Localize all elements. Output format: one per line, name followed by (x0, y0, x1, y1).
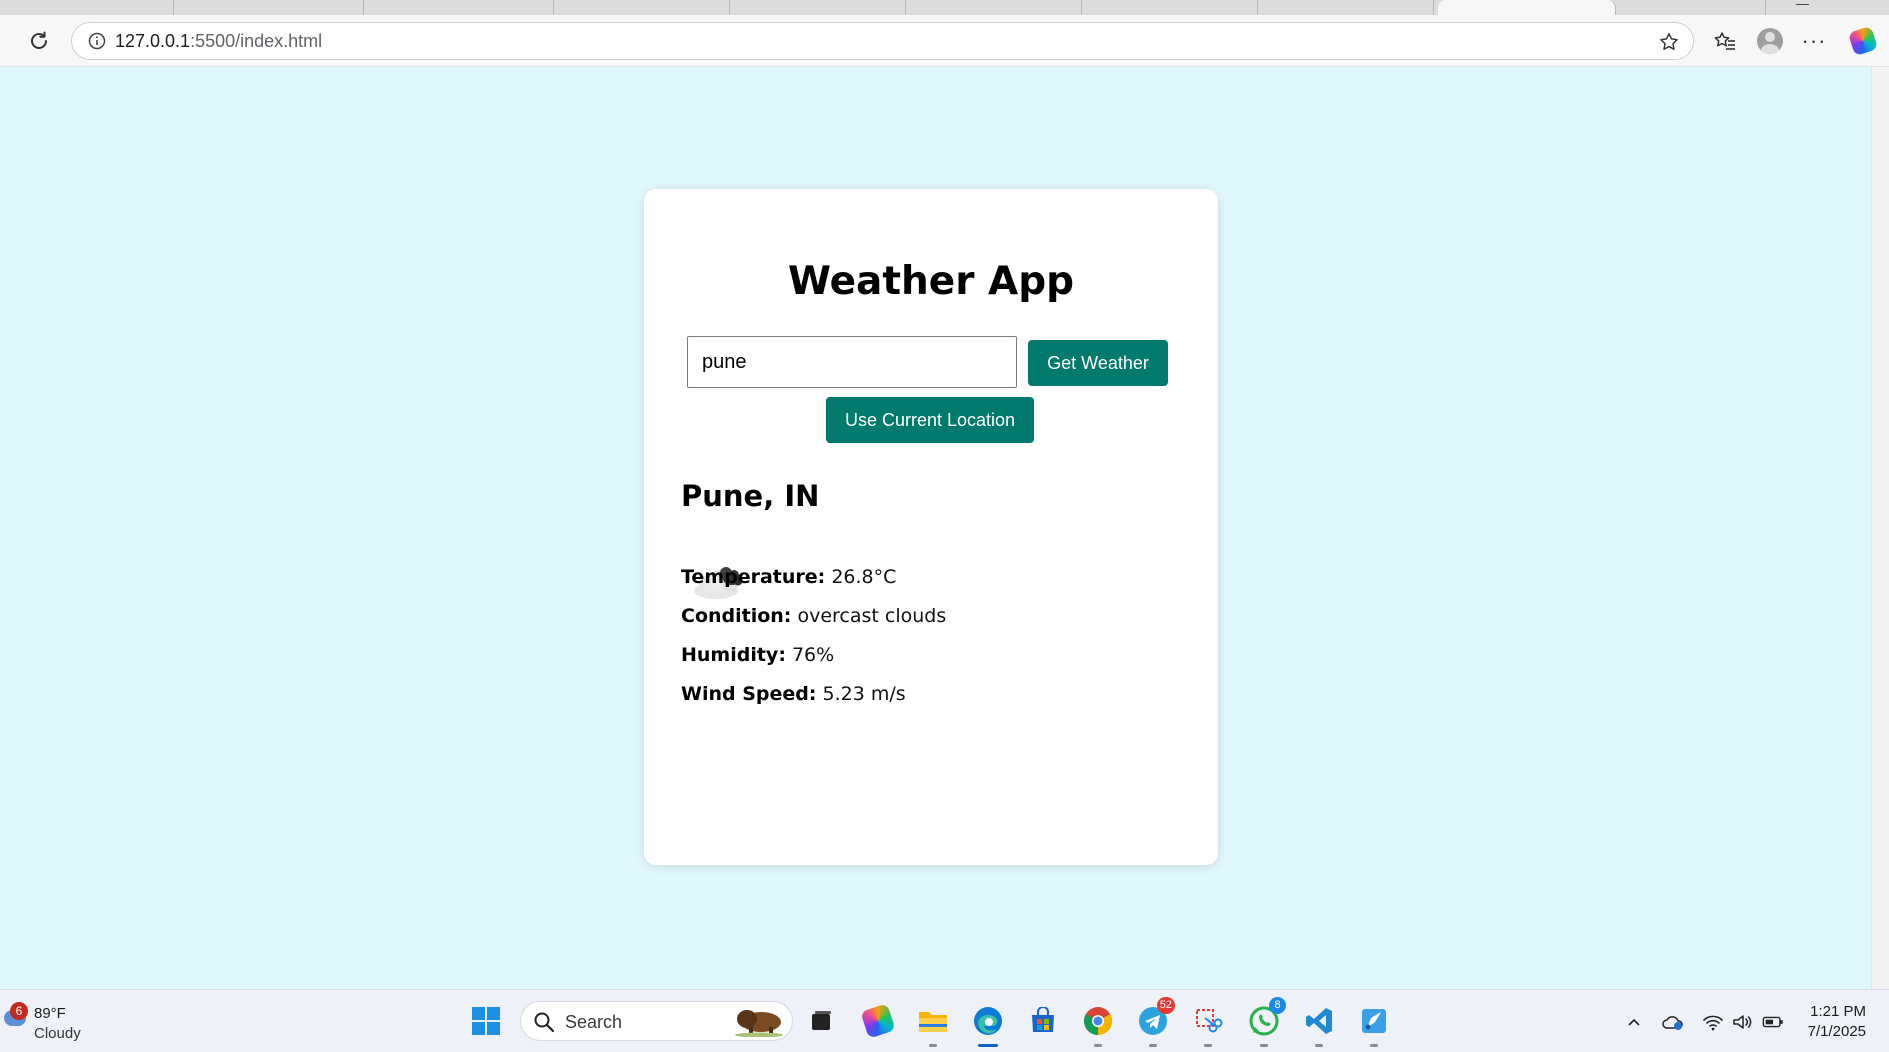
edge-browser-icon[interactable] (970, 1003, 1006, 1047)
tab-strip: — (0, 0, 1889, 15)
browser-tab[interactable] (1084, 0, 1258, 15)
city-input[interactable] (687, 336, 1017, 388)
url-text[interactable]: 127.0.0.1:5500/index.html (115, 31, 322, 52)
humidity-row: Humidity: 76% (681, 644, 834, 666)
telegram-icon[interactable]: 52 (1135, 997, 1175, 1047)
address-bar[interactable]: 127.0.0.1:5500/index.html (71, 22, 1694, 60)
weather-card: Weather App Get Weather Use Current Loca… (644, 189, 1218, 865)
whatsapp-badge: 8 (1269, 997, 1286, 1014)
running-indicator (1204, 1044, 1212, 1047)
condition-row: Condition: overcast clouds (681, 605, 946, 627)
get-weather-button[interactable]: Get Weather (1028, 340, 1168, 386)
temperature-value: 26.8°C (831, 566, 897, 588)
running-indicator (1260, 1044, 1268, 1047)
onedrive-icon[interactable] (1662, 1011, 1684, 1033)
running-indicator (1315, 1044, 1323, 1047)
clock-date: 7/1/2025 (1807, 1023, 1866, 1040)
file-explorer-icon[interactable] (915, 1003, 951, 1047)
taskbar: 6 89°F Cloudy Search 52 8 1:21 PM 7/1/20… (0, 989, 1889, 1052)
active-indicator (978, 1044, 998, 1047)
copilot-taskbar-icon[interactable] (860, 1003, 896, 1039)
vscode-icon[interactable] (1301, 1003, 1337, 1047)
windows-logo-icon (472, 1007, 500, 1035)
browser-tab[interactable] (1260, 0, 1434, 15)
temperature-row: Temperature: 26.8°C (681, 566, 896, 588)
use-current-location-button[interactable]: Use Current Location (826, 397, 1034, 443)
browser-tab[interactable] (0, 0, 174, 15)
telegram-badge: 52 (1156, 997, 1175, 1014)
location-name: Pune, IN (681, 479, 820, 513)
condition-label: Condition: (681, 605, 792, 627)
condition-value: overcast clouds (797, 605, 947, 627)
browser-tab[interactable] (556, 0, 730, 15)
app-title: Weather App (787, 259, 1075, 304)
copilot-icon[interactable] (1847, 25, 1879, 57)
humidity-value: 76% (791, 644, 835, 666)
paint-app-icon[interactable] (1356, 1003, 1392, 1047)
taskbar-weather-widget[interactable]: 6 89°F Cloudy (4, 1002, 94, 1042)
humidity-label: Humidity: (681, 644, 786, 666)
browser-tab[interactable] (732, 0, 906, 15)
running-indicator (1094, 1044, 1102, 1047)
temperature-label: Temperature: (681, 566, 826, 588)
weather-temperature: 89°F (34, 1005, 66, 1022)
browser-toolbar: 127.0.0.1:5500/index.html ··· (0, 15, 1889, 67)
minimize-icon[interactable]: — (1796, 0, 1809, 11)
taskbar-clock[interactable]: 1:21 PM 7/1/2025 (1808, 1002, 1866, 1042)
wind-speed-row: Wind Speed: 5.23 m/s (681, 683, 906, 705)
weather-condition: Cloudy (34, 1025, 81, 1042)
browser-tab[interactable] (380, 0, 554, 15)
profile-avatar[interactable] (1756, 27, 1784, 55)
show-hidden-icons-chevron-icon[interactable] (1623, 1011, 1645, 1033)
running-indicator (1149, 1044, 1157, 1047)
browser-tab-active[interactable] (1438, 0, 1616, 15)
volume-icon[interactable] (1731, 1011, 1753, 1033)
avatar (1757, 28, 1783, 54)
wind-speed-label: Wind Speed: (681, 683, 817, 705)
wind-speed-value: 5.23 m/s (822, 683, 906, 705)
start-button[interactable] (468, 1003, 504, 1039)
browser-tab[interactable] (908, 0, 1082, 15)
microsoft-store-icon[interactable] (1025, 1003, 1061, 1039)
taskbar-search[interactable]: Search (520, 1001, 793, 1041)
browser-tab[interactable] (1616, 0, 1766, 15)
url-path: :5500/index.html (190, 30, 323, 51)
notification-badge: 6 (10, 1002, 28, 1020)
more-menu-icon[interactable]: ··· (1800, 27, 1828, 55)
wifi-icon[interactable] (1702, 1011, 1724, 1033)
browser-tab[interactable] (190, 0, 364, 15)
vertical-scrollbar[interactable] (1871, 67, 1889, 989)
reload-icon[interactable] (26, 28, 52, 54)
battery-icon[interactable] (1762, 1011, 1784, 1033)
whatsapp-icon[interactable]: 8 (1246, 997, 1286, 1047)
task-view-icon[interactable] (803, 1003, 839, 1039)
chrome-icon[interactable] (1080, 1003, 1116, 1047)
site-info-icon[interactable] (79, 23, 115, 59)
favorite-star-icon[interactable] (1657, 30, 1681, 54)
bison-illustration-icon (735, 1010, 783, 1037)
snipping-tool-icon[interactable] (1190, 1003, 1226, 1047)
search-placeholder: Search (565, 1012, 623, 1032)
search-icon (534, 1012, 555, 1033)
page-viewport: Weather App Get Weather Use Current Loca… (0, 67, 1871, 989)
clock-time: 1:21 PM (1810, 1003, 1866, 1020)
running-indicator (1370, 1044, 1378, 1047)
running-indicator (929, 1044, 937, 1047)
url-host: 127.0.0.1 (115, 30, 191, 51)
favorites-icon[interactable] (1711, 27, 1739, 55)
